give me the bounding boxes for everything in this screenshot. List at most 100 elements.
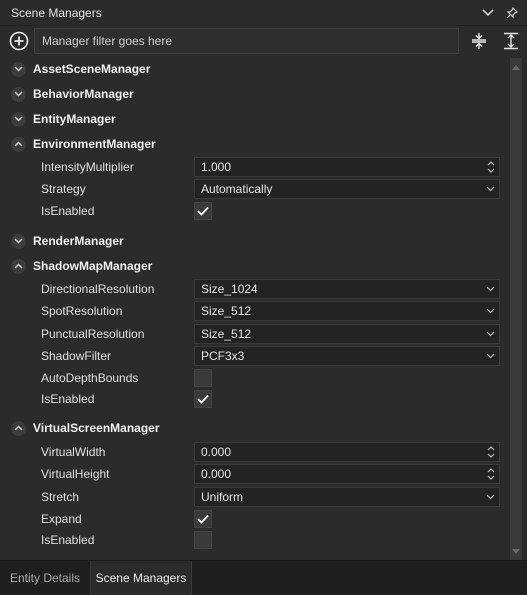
virtual-width-input[interactable]: 0.000 bbox=[194, 442, 500, 462]
expand-all-button[interactable] bbox=[499, 29, 523, 53]
property-value: 0.000 bbox=[201, 467, 232, 481]
manager-header-behaviormanager[interactable]: BehaviorManager bbox=[7, 83, 509, 105]
property-row-punctualresolution: PunctualResolution Size_512 bbox=[7, 324, 509, 344]
chevron-down-icon bbox=[486, 325, 495, 343]
spot-resolution-select[interactable]: Size_512 bbox=[194, 301, 500, 321]
property-label: IsEnabled bbox=[41, 533, 95, 547]
toolbar bbox=[8, 27, 523, 55]
autodepthbounds-checkbox[interactable] bbox=[194, 369, 212, 387]
panel-title: Scene Managers bbox=[11, 5, 102, 20]
tab-scene-managers[interactable]: Scene Managers bbox=[90, 561, 192, 595]
property-label: AutoDepthBounds bbox=[41, 371, 139, 385]
manager-name: RenderManager bbox=[33, 234, 124, 248]
manager-header-environmentmanager[interactable]: EnvironmentManager bbox=[7, 133, 509, 155]
chevron-down-icon bbox=[486, 302, 495, 320]
checkmark-icon bbox=[197, 394, 209, 404]
property-value: PCF3x3 bbox=[201, 349, 245, 363]
property-row-virtualwidth: VirtualWidth 0.000 bbox=[7, 442, 509, 462]
checkmark-icon bbox=[197, 514, 209, 524]
tab-bar: Entity Details Scene Managers bbox=[0, 560, 527, 595]
scroll-down-icon[interactable] bbox=[511, 546, 521, 556]
chevron-down-icon[interactable] bbox=[11, 61, 26, 77]
property-row-isenabled: IsEnabled bbox=[7, 530, 509, 550]
isenabled-checkbox[interactable] bbox=[194, 202, 212, 220]
manager-header-entitymanager[interactable]: EntityManager bbox=[7, 108, 509, 130]
virtual-height-input[interactable]: 0.000 bbox=[194, 464, 500, 484]
chevron-down-icon[interactable] bbox=[11, 233, 26, 249]
chevron-down-icon bbox=[486, 180, 495, 198]
spinner-arrows-icon[interactable] bbox=[487, 158, 495, 176]
pin-icon[interactable] bbox=[505, 6, 519, 20]
property-label: IntensityMultiplier bbox=[41, 160, 134, 174]
property-label: VirtualHeight bbox=[41, 467, 110, 481]
manager-name: AssetSceneManager bbox=[33, 62, 151, 76]
property-value: Size_512 bbox=[201, 304, 252, 318]
property-value: 1.000 bbox=[201, 160, 232, 174]
property-label: VirtualWidth bbox=[41, 445, 106, 459]
chevron-down-icon bbox=[486, 280, 495, 298]
chevron-down-icon[interactable] bbox=[481, 6, 495, 20]
chevron-up-icon[interactable] bbox=[11, 420, 26, 436]
stretch-select[interactable]: Uniform bbox=[194, 487, 500, 507]
expand-all-icon bbox=[504, 32, 519, 50]
chevron-down-icon bbox=[486, 488, 495, 506]
property-row-strategy: Strategy Automatically bbox=[7, 179, 509, 199]
vertical-scrollbar[interactable] bbox=[509, 58, 523, 560]
punctual-resolution-select[interactable]: Size_512 bbox=[194, 324, 500, 344]
isenabled-checkbox[interactable] bbox=[194, 390, 212, 408]
directional-resolution-select[interactable]: Size_1024 bbox=[194, 279, 500, 299]
chevron-down-icon[interactable] bbox=[11, 111, 26, 127]
collapse-all-button[interactable] bbox=[467, 29, 491, 53]
property-label: SpotResolution bbox=[41, 304, 123, 318]
property-row-isenabled: IsEnabled bbox=[7, 201, 509, 221]
property-row-isenabled: IsEnabled bbox=[7, 389, 509, 409]
add-manager-button[interactable] bbox=[8, 30, 30, 52]
strategy-select[interactable]: Automatically bbox=[194, 179, 500, 199]
chevron-up-icon[interactable] bbox=[11, 258, 26, 274]
manager-name: EnvironmentManager bbox=[33, 137, 156, 151]
property-label: IsEnabled bbox=[41, 204, 95, 218]
manager-header-assetscenemanager[interactable]: AssetSceneManager bbox=[7, 58, 509, 80]
property-label: IsEnabled bbox=[41, 392, 95, 406]
property-value: Automatically bbox=[201, 182, 273, 196]
property-label: ShadowFilter bbox=[41, 349, 112, 363]
property-label: PunctualResolution bbox=[41, 327, 145, 341]
intensity-multiplier-input[interactable]: 1.000 bbox=[194, 157, 500, 177]
property-row-expand: Expand bbox=[7, 509, 509, 529]
property-row-autodepthbounds: AutoDepthBounds bbox=[7, 368, 509, 388]
checkmark-icon bbox=[197, 206, 209, 216]
property-row-directionalresolution: DirectionalResolution Size_1024 bbox=[7, 279, 509, 299]
property-label: DirectionalResolution bbox=[41, 282, 155, 296]
isenabled-checkbox[interactable] bbox=[194, 531, 212, 549]
expand-checkbox[interactable] bbox=[194, 510, 212, 528]
scrollbar-thumb[interactable] bbox=[510, 58, 522, 560]
property-value: Uniform bbox=[201, 490, 244, 504]
property-row-stretch: Stretch Uniform bbox=[7, 487, 509, 507]
manager-header-virtualscreenmanager[interactable]: VirtualScreenManager bbox=[7, 417, 509, 439]
manager-name: BehaviorManager bbox=[33, 87, 134, 101]
property-value: Size_1024 bbox=[201, 282, 258, 296]
tab-entity-details[interactable]: Entity Details bbox=[0, 561, 90, 595]
manager-header-rendermanager[interactable]: RenderManager bbox=[7, 230, 509, 252]
manager-name: ShadowMapManager bbox=[33, 259, 153, 273]
shadow-filter-select[interactable]: PCF3x3 bbox=[194, 346, 500, 366]
manager-filter-input[interactable] bbox=[33, 28, 460, 54]
property-row-spotresolution: SpotResolution Size_512 bbox=[7, 301, 509, 321]
property-row-shadowfilter: ShadowFilter PCF3x3 bbox=[7, 346, 509, 366]
spinner-arrows-icon[interactable] bbox=[487, 465, 495, 483]
collapse-all-icon bbox=[472, 33, 487, 49]
property-label: Stretch bbox=[41, 490, 80, 504]
panel-titlebar: Scene Managers bbox=[0, 0, 527, 26]
chevron-down-icon[interactable] bbox=[11, 86, 26, 102]
property-label: Strategy bbox=[41, 182, 86, 196]
manager-name: VirtualScreenManager bbox=[33, 421, 160, 435]
chevron-down-icon bbox=[486, 347, 495, 365]
property-label: Expand bbox=[41, 512, 82, 526]
property-value: Size_512 bbox=[201, 327, 252, 341]
manager-header-shadowmapmanager[interactable]: ShadowMapManager bbox=[7, 255, 509, 277]
chevron-up-icon[interactable] bbox=[11, 136, 26, 152]
scroll-up-icon[interactable] bbox=[511, 62, 521, 72]
property-row-virtualheight: VirtualHeight 0.000 bbox=[7, 464, 509, 484]
spinner-arrows-icon[interactable] bbox=[487, 443, 495, 461]
property-value: 0.000 bbox=[201, 445, 232, 459]
